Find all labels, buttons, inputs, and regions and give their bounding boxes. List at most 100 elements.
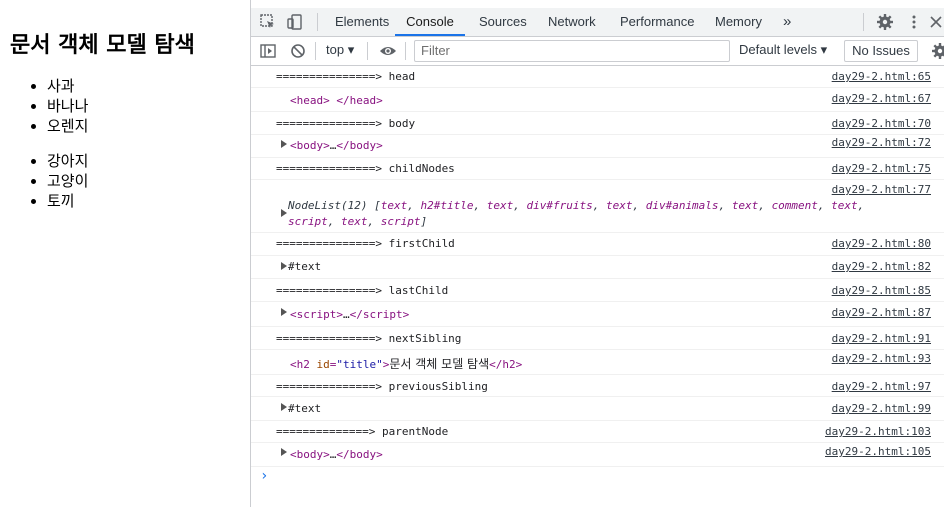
- inspect-element-icon[interactable]: [259, 13, 277, 31]
- console-settings-gear-icon[interactable]: [931, 42, 944, 60]
- list-item: 강아지: [47, 151, 88, 171]
- tab-network[interactable]: Network: [548, 8, 596, 36]
- h2-element-node[interactable]: <h2 id="title">문서 객체 모델 탐색</h2>: [290, 355, 522, 372]
- source-link[interactable]: day29-2.html:77: [832, 183, 931, 196]
- source-link[interactable]: day29-2.html:72: [832, 136, 931, 149]
- fruits-list: 사과 바나나 오렌지: [0, 76, 88, 136]
- expand-triangle-icon[interactable]: [281, 308, 287, 316]
- nodelist-value[interactable]: NodeList(12) [text, h2#title, text, div#…: [288, 198, 864, 230]
- expand-triangle-icon[interactable]: [281, 403, 287, 411]
- settings-gear-icon[interactable]: [876, 13, 894, 31]
- node-item: text: [341, 215, 368, 228]
- source-link[interactable]: day29-2.html:103: [825, 425, 931, 438]
- issues-button[interactable]: No Issues: [844, 40, 918, 62]
- list-item: 토끼: [47, 191, 88, 211]
- tab-elements[interactable]: Elements: [335, 8, 389, 36]
- log-text: ===============> previousSibling: [276, 380, 488, 393]
- source-link[interactable]: day29-2.html:87: [832, 306, 931, 319]
- head-element-node[interactable]: <head> </head>: [290, 94, 383, 107]
- list-item: 오렌지: [47, 116, 88, 136]
- console-message: #text day29-2.html:99: [251, 397, 944, 421]
- context-label: top: [326, 42, 345, 57]
- log-text: ===============> body: [276, 117, 416, 130]
- console-message: ===============> nextSibling day29-2.htm…: [251, 327, 944, 350]
- source-link[interactable]: day29-2.html:97: [832, 380, 931, 393]
- divider: [405, 42, 406, 60]
- prompt-chevron-icon: ›: [260, 468, 269, 484]
- console-message: ==============> parentNode day29-2.html:…: [251, 421, 944, 443]
- node-item: div#fruits: [526, 199, 593, 212]
- source-link[interactable]: day29-2.html:65: [832, 70, 931, 83]
- tab-sources[interactable]: Sources: [479, 8, 527, 36]
- source-link[interactable]: day29-2.html:91: [832, 332, 931, 345]
- text-node[interactable]: #text: [288, 260, 321, 273]
- more-options-icon[interactable]: [905, 13, 923, 31]
- node-item: text: [731, 199, 759, 212]
- live-expression-eye-icon[interactable]: [379, 42, 397, 60]
- list-item: 고양이: [47, 171, 88, 191]
- source-link[interactable]: day29-2.html:105: [825, 445, 931, 458]
- log-text: ==============> parentNode: [276, 425, 449, 438]
- chevron-down-icon: ▾: [820, 42, 828, 57]
- source-link[interactable]: day29-2.html:70: [832, 117, 931, 130]
- console-message: <head> </head> day29-2.html:67: [251, 88, 944, 112]
- filter-input[interactable]: Filter: [414, 40, 730, 62]
- tab-console[interactable]: Console: [395, 8, 465, 36]
- source-link[interactable]: day29-2.html:80: [832, 237, 931, 250]
- console-message: ===============> firstChild day29-2.html…: [251, 233, 944, 256]
- list-item: 사과: [47, 76, 88, 96]
- console-message: ===============> lastChild day29-2.html:…: [251, 279, 944, 302]
- console-message: <body>…</body> day29-2.html:105: [251, 443, 944, 467]
- device-toolbar-icon[interactable]: [286, 13, 304, 31]
- h2-inner-text: 문서 객체 모델 탐색: [389, 357, 490, 371]
- node-item: text: [380, 199, 408, 212]
- node-item: text: [831, 199, 858, 212]
- page-title: 문서 객체 모델 탐색: [10, 33, 195, 58]
- log-text: ===============> nextSibling: [276, 332, 462, 345]
- source-link[interactable]: day29-2.html:85: [832, 284, 931, 297]
- console-messages: ===============> head day29-2.html:65 <h…: [251, 66, 944, 489]
- devtools-main-toolbar: Elements Console Sources Network Perform…: [251, 0, 944, 37]
- console-message: #text day29-2.html:82: [251, 256, 944, 279]
- expand-triangle-icon[interactable]: [281, 209, 287, 217]
- tab-performance[interactable]: Performance: [620, 8, 694, 36]
- body-element-node[interactable]: <body>…</body>: [290, 139, 383, 152]
- expand-triangle-icon[interactable]: [281, 140, 287, 148]
- console-prompt-row[interactable]: ›: [251, 467, 944, 489]
- close-icon[interactable]: [927, 13, 944, 31]
- console-message: <script>…</script> day29-2.html:87: [251, 302, 944, 327]
- script-element-node[interactable]: <script>…</script>: [290, 308, 409, 321]
- source-link[interactable]: day29-2.html:93: [832, 352, 931, 365]
- expand-triangle-icon[interactable]: [281, 448, 287, 456]
- sidebar-toggle-icon[interactable]: [259, 42, 277, 60]
- node-item: script: [380, 215, 421, 228]
- more-tabs-button[interactable]: »: [783, 8, 791, 36]
- source-link[interactable]: day29-2.html:82: [832, 260, 931, 273]
- attr-value: "title": [336, 358, 383, 371]
- console-message: ===============> body day29-2.html:70: [251, 112, 944, 135]
- expand-triangle-icon[interactable]: [281, 262, 287, 270]
- animals-list: 강아지 고양이 토끼: [0, 151, 88, 211]
- console-message: ===============> previousSibling day29-2…: [251, 375, 944, 397]
- clear-console-icon[interactable]: [289, 42, 307, 60]
- divider: [315, 42, 316, 60]
- context-selector[interactable]: top ▾: [326, 42, 354, 58]
- node-item: h2#title: [420, 199, 474, 212]
- log-text: ===============> lastChild: [276, 284, 449, 297]
- console-message: day29-2.html:77 NodeList(12) [text, h2#t…: [251, 180, 944, 233]
- log-levels-dropdown[interactable]: Default levels ▾: [739, 42, 827, 58]
- list-item: 바나나: [47, 96, 88, 116]
- console-message: ===============> head day29-2.html:65: [251, 66, 944, 88]
- console-toolbar: top ▾ Filter Default levels ▾ No Issues: [251, 37, 944, 66]
- source-link[interactable]: day29-2.html:67: [832, 92, 931, 105]
- tab-memory[interactable]: Memory: [715, 8, 762, 36]
- source-link[interactable]: day29-2.html:75: [832, 162, 931, 175]
- source-link[interactable]: day29-2.html:99: [832, 402, 931, 415]
- console-message: <h2 id="title">문서 객체 모델 탐색</h2> day29-2.…: [251, 350, 944, 375]
- body-element-node[interactable]: <body>…</body>: [290, 448, 383, 461]
- text-node[interactable]: #text: [288, 402, 321, 415]
- attr-name: id: [316, 358, 330, 371]
- chevron-down-icon: ▾: [347, 42, 355, 57]
- log-text: ===============> head: [276, 70, 416, 83]
- console-message: <body>…</body> day29-2.html:72: [251, 135, 944, 158]
